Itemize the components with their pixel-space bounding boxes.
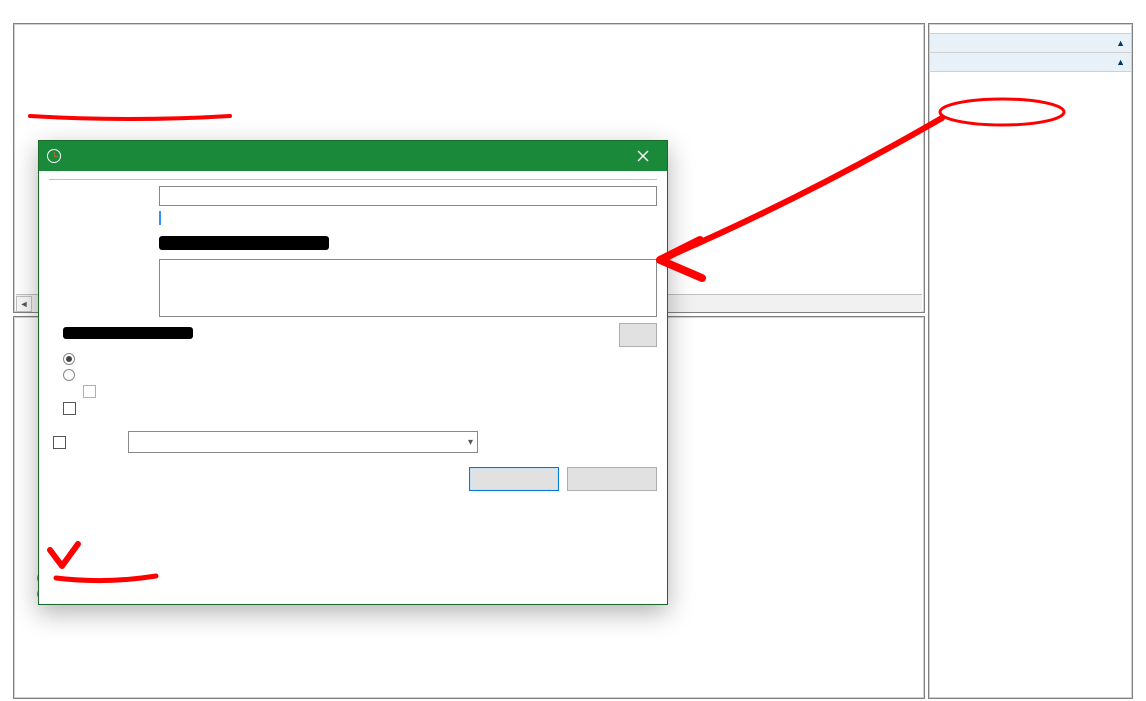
close-icon (635, 148, 651, 164)
dialog-titlebar[interactable] (39, 141, 667, 171)
actions-pane: ▲ ▲ (928, 23, 1133, 699)
close-button[interactable] (623, 145, 663, 167)
description-field[interactable] (159, 259, 657, 317)
ok-button[interactable] (469, 467, 559, 491)
radio-icon (63, 353, 75, 365)
radio-icon (63, 369, 75, 381)
security-account-readonly (63, 325, 611, 345)
cancel-button[interactable] (567, 467, 657, 491)
name-field[interactable] (159, 186, 657, 206)
checkbox-icon (53, 436, 66, 449)
check-no-store-password (63, 383, 657, 400)
scroll-left-button[interactable]: ◄ (16, 296, 32, 312)
dialog-tabs (49, 179, 657, 180)
radio-run-loggedon[interactable] (63, 351, 657, 367)
configure-for-combo[interactable]: ▾ (128, 431, 478, 453)
create-task-dialog: ▾ (38, 140, 668, 605)
actions-group-selected-header[interactable]: ▲ (930, 53, 1131, 72)
clock-icon (47, 149, 61, 163)
change-user-button[interactable] (619, 323, 657, 347)
check-highest-privileges[interactable] (63, 400, 657, 417)
actions-title (930, 25, 1131, 34)
chevron-up-icon: ▲ (1116, 38, 1125, 48)
chevron-down-icon: ▾ (468, 437, 473, 448)
checkbox-icon (83, 385, 96, 398)
actions-group-defender-header[interactable]: ▲ (930, 34, 1131, 53)
location-readonly (159, 211, 657, 231)
check-hidden-task[interactable] (53, 436, 72, 449)
author-readonly (159, 236, 657, 254)
radio-run-allusers[interactable] (63, 367, 657, 383)
checkbox-icon (63, 402, 76, 415)
chevron-up-icon: ▲ (1116, 57, 1125, 67)
